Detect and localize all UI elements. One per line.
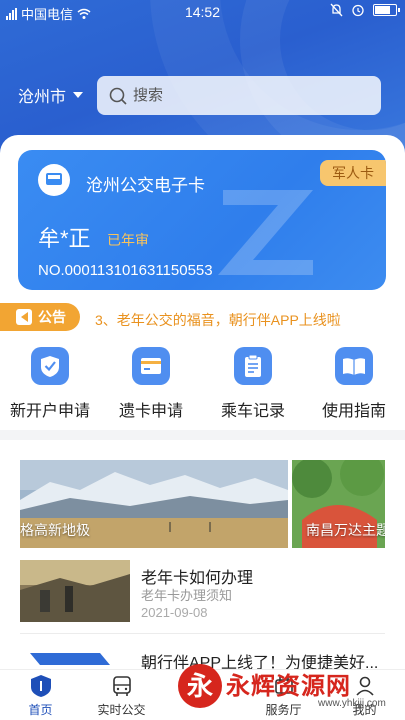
notice-text: 3、老年公交的福音，朝行伴APP上线啦 xyxy=(95,312,341,328)
search-icon xyxy=(109,87,127,105)
quick-action-user-guide[interactable]: 使用指南 xyxy=(304,347,404,421)
section-divider xyxy=(0,430,405,440)
news-thumbnail xyxy=(20,560,130,622)
caret-down-icon xyxy=(73,92,84,98)
notice-label: 公告 xyxy=(38,309,66,325)
banner-caption: 格高新地极 xyxy=(20,522,90,538)
battery-icon xyxy=(373,4,400,16)
notice-bar[interactable]: 公告 3、老年公交的福音，朝行伴APP上线啦 xyxy=(0,303,405,333)
news-item[interactable]: 老年卡如何办理 老年卡办理须知 2021-09-08 xyxy=(20,560,385,630)
news-divider xyxy=(20,633,385,634)
card-type-tag: 军人卡 xyxy=(320,160,386,186)
quick-action-label: 遗卡申请 xyxy=(118,403,183,420)
bus-card[interactable]: 沧州公交电子卡 军人卡 牟*正 已年审 NO.00011310163115055… xyxy=(18,150,386,290)
quick-action-lost-card[interactable]: 遗卡申请 xyxy=(101,347,201,421)
banner-caption: 南昌万达主题 xyxy=(306,522,385,538)
city-selector[interactable]: 沧州市 xyxy=(18,83,84,107)
speaker-icon xyxy=(16,309,32,325)
quick-action-label: 新开户申请 xyxy=(9,403,90,420)
status-bar: 中国电信 14:52 xyxy=(0,0,405,24)
city-label: 沧州市 xyxy=(18,89,67,106)
bus-icon xyxy=(112,676,131,696)
home-shield-icon xyxy=(30,675,51,697)
watermark-url: www.yhkjjj.com xyxy=(318,698,386,709)
annual-review-status: 已年审 xyxy=(107,232,149,248)
clipboard-icon xyxy=(234,347,272,385)
book-icon xyxy=(335,347,373,385)
alarm-icon xyxy=(352,4,364,17)
quick-action-new-account[interactable]: 新开户申请 xyxy=(0,347,100,421)
search-bar[interactable] xyxy=(97,76,381,115)
watermark-text: 永辉资源网 xyxy=(226,673,351,700)
watermark-logo-icon: 永 xyxy=(178,664,222,708)
news-thumbnail xyxy=(20,645,130,669)
news-date: 2021-09-08 xyxy=(141,605,208,620)
tab-realtime-bus[interactable]: 实时公交 xyxy=(81,674,162,718)
quick-actions: 新开户申请 遗卡申请 乘车记录 使用指南 xyxy=(0,347,405,420)
card-number: NO.000113101631150553 xyxy=(38,262,213,279)
notice-badge: 公告 xyxy=(0,303,80,331)
site-watermark: 永 永辉资源网 www.yhkjjj.com xyxy=(178,662,405,720)
banner-carousel[interactable]: 格高新地极 南昌万达主题 xyxy=(20,460,385,548)
tab-label: 首页 xyxy=(28,703,53,717)
card-watermark-logo xyxy=(218,190,313,275)
card-title: 沧州公交电子卡 xyxy=(86,176,205,195)
tab-home[interactable]: 首页 xyxy=(0,674,81,718)
tab-label: 实时公交 xyxy=(97,703,146,717)
card-logo-icon xyxy=(38,164,70,196)
quick-action-label: 使用指南 xyxy=(321,403,386,420)
quick-action-ride-records[interactable]: 乘车记录 xyxy=(203,347,303,421)
banner-image[interactable]: 格高新地极 xyxy=(20,460,288,548)
banner-image[interactable]: 南昌万达主题 xyxy=(292,460,385,548)
news-subtitle: 老年卡办理须知 xyxy=(141,588,233,603)
card-holder-name: 牟*正 xyxy=(38,226,91,251)
card-icon xyxy=(132,347,170,385)
search-input[interactable] xyxy=(133,87,353,104)
quick-action-label: 乘车记录 xyxy=(220,403,285,420)
mute-bell-icon xyxy=(330,3,343,17)
shield-check-icon xyxy=(31,347,69,385)
